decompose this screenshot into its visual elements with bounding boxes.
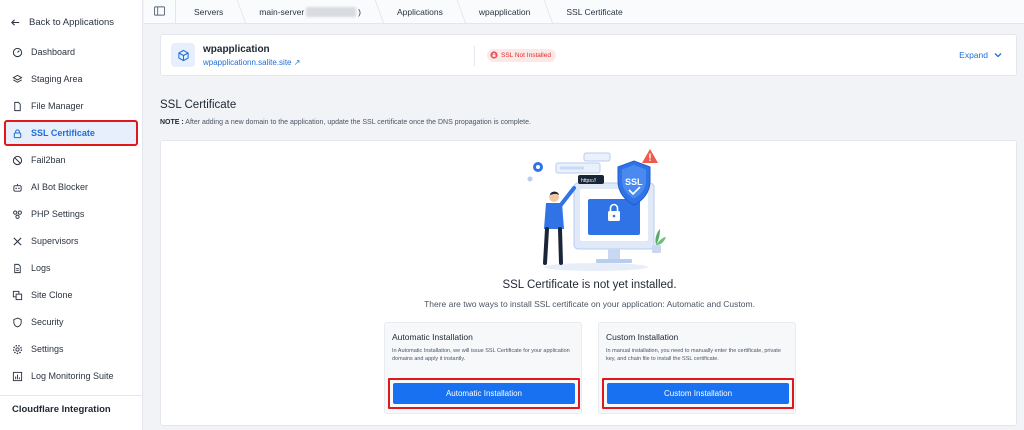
sidebar-item-label: Security bbox=[31, 317, 64, 327]
sidebar-item-label: Site Clone bbox=[31, 290, 73, 300]
sidebar-item-label: Supervisors bbox=[31, 236, 79, 246]
automatic-installation-highlight: Automatic Installation bbox=[388, 378, 580, 409]
breadcrumb-server-label: main-server bbox=[259, 6, 305, 17]
sidebar-item-fail2ban[interactable]: Fail2ban bbox=[6, 149, 136, 171]
arrow-left-icon bbox=[10, 17, 21, 28]
app-domain-text: wpapplicationn.salite.site bbox=[203, 58, 292, 67]
sidebar-item-staging-area[interactable]: Staging Area bbox=[6, 68, 136, 90]
custom-installation-card: Custom Installation In manual installati… bbox=[598, 322, 796, 414]
https-label: https:// bbox=[581, 178, 597, 184]
custom-installation-button[interactable]: Custom Installation bbox=[607, 383, 789, 404]
sidebar-toggle-button[interactable] bbox=[144, 0, 176, 24]
robot-icon bbox=[12, 182, 23, 193]
sidebar-item-label: Staging Area bbox=[31, 74, 83, 84]
expand-button[interactable]: Expand bbox=[959, 50, 1002, 60]
breadcrumb-server[interactable]: main-server ) bbox=[241, 0, 379, 24]
sidebar-item-label: SSL Certificate bbox=[31, 128, 95, 138]
header-divider bbox=[474, 46, 475, 66]
sidebar-item-label: Logs bbox=[31, 263, 51, 273]
sidebar-item-label: File Manager bbox=[31, 101, 84, 111]
gauge-icon bbox=[12, 47, 23, 58]
sidebar-item-settings[interactable]: Settings bbox=[6, 338, 136, 360]
note-label: NOTE : bbox=[160, 119, 184, 126]
back-to-applications-link[interactable]: Back to Applications bbox=[10, 17, 114, 28]
external-link-icon: ↗ bbox=[293, 58, 301, 67]
dns-note: NOTE : After adding a new domain to the … bbox=[160, 119, 531, 126]
app-header-card: wpapplication wpapplicationn.salite.site… bbox=[160, 34, 1017, 76]
chevron-down-icon bbox=[994, 50, 1002, 60]
breadcrumb-server-suffix: ) bbox=[358, 6, 362, 17]
ssl-empty-state-card: https:// SSL SSL Certificate is not yet … bbox=[160, 140, 1017, 426]
tools-icon bbox=[12, 236, 23, 247]
back-label: Back to Applications bbox=[29, 17, 115, 28]
breadcrumb-servers[interactable]: Servers bbox=[176, 0, 241, 24]
ssl-illustration: https:// SSL bbox=[527, 149, 666, 271]
status-badge: SSL Not Installed bbox=[487, 49, 556, 62]
cube-icon bbox=[171, 43, 195, 67]
custom-installation-description: In manual installation, you need to manu… bbox=[606, 348, 781, 362]
sidebar-item-label: Log Monitoring Suite bbox=[31, 371, 114, 381]
expand-label: Expand bbox=[959, 50, 988, 60]
automatic-installation-button[interactable]: Automatic Installation bbox=[393, 383, 575, 404]
breadcrumb-app-label: wpapplication bbox=[478, 6, 531, 17]
sidebar-item-file-manager[interactable]: File Manager bbox=[6, 95, 136, 117]
shield-icon bbox=[12, 317, 23, 328]
breadcrumb-applications[interactable]: Applications bbox=[379, 0, 461, 24]
automatic-installation-description: In Automatic Installation, we will issue… bbox=[392, 348, 570, 362]
custom-installation-highlight: Custom Installation bbox=[602, 378, 794, 409]
panel-icon bbox=[154, 5, 165, 18]
sidebar-item-php-settings[interactable]: PHP Settings bbox=[6, 203, 136, 225]
automatic-installation-card: Automatic Installation In Automatic Inst… bbox=[384, 322, 582, 414]
sidebar-item-site-clone[interactable]: Site Clone bbox=[6, 284, 136, 306]
empty-state-subtext: There are two ways to install SSL certif… bbox=[424, 299, 755, 309]
app-name: wpapplication bbox=[203, 44, 270, 55]
ssl-shield-text: SSL bbox=[625, 177, 643, 187]
lock-icon bbox=[12, 128, 23, 139]
clone-icon bbox=[12, 290, 23, 301]
layers-icon bbox=[12, 74, 23, 85]
lock-icon bbox=[490, 50, 498, 61]
gear-icon bbox=[12, 344, 23, 355]
note-text: After adding a new domain to the applica… bbox=[183, 119, 531, 126]
sidebar-item-ai-bot-blocker[interactable]: AI Bot Blocker bbox=[6, 176, 136, 198]
chart-icon bbox=[12, 371, 23, 382]
sidebar-item-logs[interactable]: Logs bbox=[6, 257, 136, 279]
ban-icon bbox=[12, 155, 23, 166]
sidebar-item-label: PHP Settings bbox=[31, 209, 85, 219]
page-title: SSL Certificate bbox=[160, 99, 237, 111]
sidebar-item-security[interactable]: Security bbox=[6, 311, 136, 333]
sidebar-item-label: Settings bbox=[31, 344, 64, 354]
empty-state-headline: SSL Certificate is not yet installed. bbox=[502, 279, 677, 291]
breadcrumb-current-label: SSL Certificate bbox=[566, 6, 623, 17]
custom-installation-title: Custom Installation bbox=[606, 332, 679, 342]
sidebar-item-label: Fail2ban bbox=[31, 155, 66, 165]
sidebar-item-label: Dashboard bbox=[31, 47, 76, 57]
breadcrumb-app[interactable]: wpapplication bbox=[461, 0, 549, 24]
breadcrumb: Servers main-server ) Applications wpapp… bbox=[144, 0, 1024, 24]
file-icon bbox=[12, 101, 23, 112]
redacted-ip bbox=[306, 6, 357, 17]
status-badge-text: SSL Not Installed bbox=[501, 52, 551, 59]
php-icon bbox=[12, 209, 23, 220]
breadcrumb-applications-label: Applications bbox=[397, 6, 443, 17]
breadcrumb-current: SSL Certificate bbox=[548, 0, 640, 24]
sidebar-divider bbox=[0, 395, 143, 396]
sidebar-item-ssl-certificate[interactable]: SSL Certificate bbox=[4, 120, 138, 146]
breadcrumb-servers-label: Servers bbox=[194, 6, 224, 17]
app-domain-link[interactable]: wpapplicationn.salite.site ↗ bbox=[203, 58, 300, 67]
cloudflare-integration-heading: Cloudflare Integration bbox=[12, 404, 111, 415]
automatic-installation-title: Automatic Installation bbox=[392, 332, 473, 342]
sidebar-item-label: AI Bot Blocker bbox=[31, 182, 89, 192]
sidebar-item-dashboard[interactable]: Dashboard bbox=[6, 41, 136, 63]
sidebar: Back to Applications Dashboard Staging A… bbox=[0, 0, 143, 430]
sidebar-item-supervisors[interactable]: Supervisors bbox=[6, 230, 136, 252]
sidebar-item-log-monitoring-suite[interactable]: Log Monitoring Suite bbox=[6, 365, 136, 387]
logs-icon bbox=[12, 263, 23, 274]
